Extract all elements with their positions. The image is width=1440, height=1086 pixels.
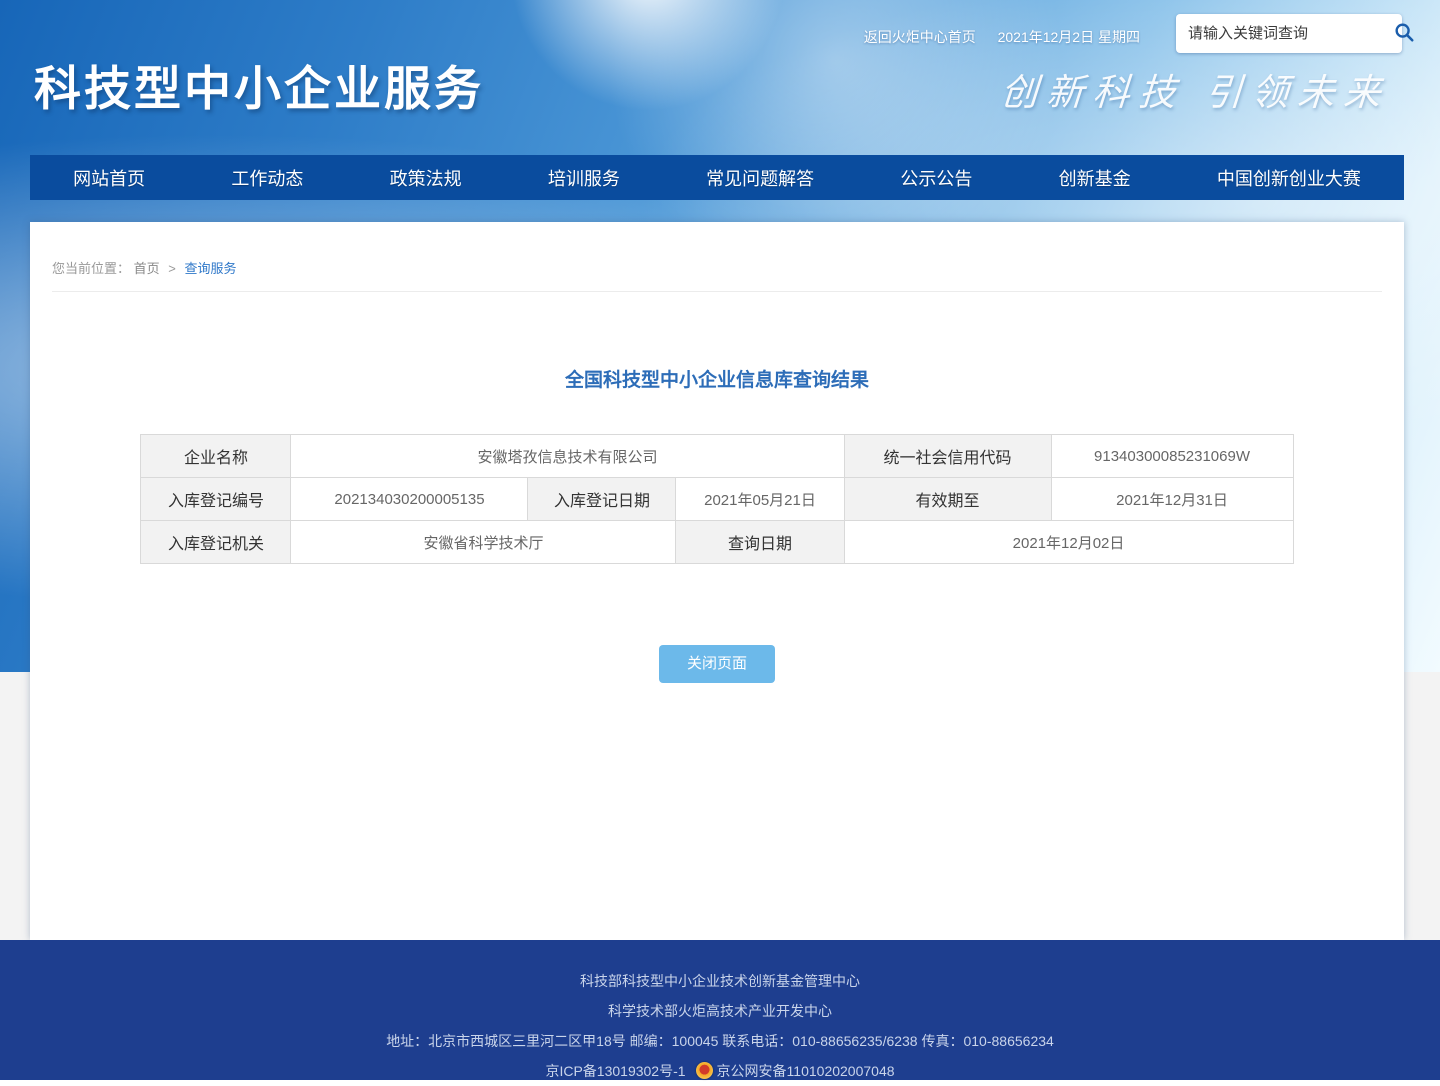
close-button-container: 关闭页面 (30, 645, 1404, 683)
registration-number-value: 202134030200005135 (291, 478, 528, 521)
nav-item-work-news[interactable]: 工作动态 (231, 165, 303, 191)
nav-item-innovation-fund[interactable]: 创新基金 (1059, 165, 1131, 191)
nav-item-competition[interactable]: 中国创新创业大赛 (1217, 165, 1361, 191)
police-badge-icon (696, 1062, 713, 1079)
registration-authority-value: 安徽省科学技术厅 (291, 521, 676, 564)
query-result-table: 企业名称 安徽塔孜信息技术有限公司 统一社会信用代码 9134030008523… (140, 434, 1293, 564)
nav-item-announcements[interactable]: 公示公告 (900, 165, 972, 191)
breadcrumb: 您当前位置： 首页 > 查询服务 (30, 222, 1404, 291)
nav-item-policies[interactable]: 政策法规 (390, 165, 462, 191)
enterprise-name-label: 企业名称 (141, 435, 291, 478)
query-result-title: 全国科技型中小企业信息库查询结果 (30, 365, 1404, 392)
registration-number-label: 入库登记编号 (141, 478, 291, 521)
footer-icp-line: 京ICP备13019302号-1 京公网安备11010202007048 (0, 1056, 1440, 1086)
breadcrumb-separator: > (168, 261, 176, 276)
current-date-text: 2021年12月2日 星期四 (998, 29, 1140, 45)
search-box[interactable] (1176, 14, 1402, 53)
return-torch-center-link[interactable]: 返回火炬中心首页 (864, 29, 976, 45)
breadcrumb-current-link[interactable]: 查询服务 (185, 261, 237, 276)
table-row: 入库登记编号 202134030200005135 入库登记日期 2021年05… (141, 478, 1293, 521)
footer-address-line: 地址：北京市西城区三里河二区甲18号 邮编：100045 联系电话：010-88… (0, 1026, 1440, 1056)
valid-until-label: 有效期至 (844, 478, 1051, 521)
search-icon (1393, 21, 1415, 46)
credit-code-label: 统一社会信用代码 (844, 435, 1051, 478)
breadcrumb-divider (52, 291, 1382, 292)
site-title: 科技型中小企业服务 (34, 50, 484, 119)
search-input[interactable] (1176, 25, 1393, 42)
close-page-button[interactable]: 关闭页面 (659, 645, 775, 683)
search-button[interactable] (1393, 14, 1415, 53)
topbar: 返回火炬中心首页 2021年12月2日 星期四 (864, 27, 1140, 47)
registration-date-label: 入库登记日期 (528, 478, 676, 521)
police-record-link[interactable]: 京公网安备11010202007048 (717, 1063, 895, 1079)
nav-item-home[interactable]: 网站首页 (73, 165, 145, 191)
enterprise-name-value: 安徽塔孜信息技术有限公司 (291, 435, 844, 478)
breadcrumb-home-link[interactable]: 首页 (134, 261, 160, 276)
icp-record-link[interactable]: 京ICP备13019302号-1 (545, 1063, 685, 1079)
footer-org-line-1: 科技部科技型中小企业技术创新基金管理中心 (0, 940, 1440, 996)
query-date-label: 查询日期 (676, 521, 844, 564)
registration-date-value: 2021年05月21日 (676, 478, 844, 521)
breadcrumb-prefix: 您当前位置： (52, 261, 130, 276)
slogan-calligraphy: 创新科技 引领未来 (999, 62, 1392, 116)
table-row: 企业名称 安徽塔孜信息技术有限公司 统一社会信用代码 9134030008523… (141, 435, 1293, 478)
page-footer: 科技部科技型中小企业技术创新基金管理中心 科学技术部火炬高技术产业开发中心 地址… (0, 940, 1440, 1080)
nav-item-faq[interactable]: 常见问题解答 (706, 165, 814, 191)
registration-authority-label: 入库登记机关 (141, 521, 291, 564)
main-navigation: 网站首页 工作动态 政策法规 培训服务 常见问题解答 公示公告 创新基金 中国创… (30, 155, 1404, 200)
credit-code-value: 91340300085231069W (1051, 435, 1293, 478)
footer-org-line-2: 科学技术部火炬高技术产业开发中心 (0, 996, 1440, 1026)
valid-until-value: 2021年12月31日 (1051, 478, 1293, 521)
query-date-value: 2021年12月02日 (844, 521, 1293, 564)
table-row: 入库登记机关 安徽省科学技术厅 查询日期 2021年12月02日 (141, 521, 1293, 564)
content-panel: 您当前位置： 首页 > 查询服务 全国科技型中小企业信息库查询结果 企业名称 安… (30, 222, 1404, 940)
nav-item-training[interactable]: 培训服务 (548, 165, 620, 191)
